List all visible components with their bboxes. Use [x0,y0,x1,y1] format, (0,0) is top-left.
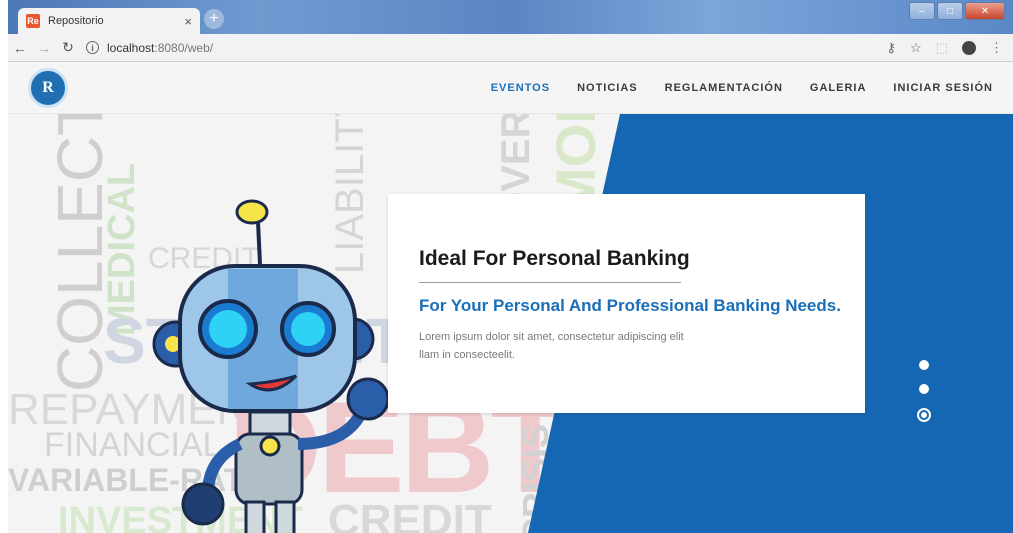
new-tab-button[interactable]: + [204,9,224,29]
hero-subtitle: For Your Personal And Professional Banki… [419,296,841,315]
star-icon[interactable]: ☆ [910,40,922,56]
robot-illustration [152,199,390,533]
nav-galeria[interactable]: GALERIA [810,82,867,94]
close-window-button[interactable]: ✕ [965,2,1005,20]
nav-iniciar-sesion[interactable]: INICIAR SESIÓN [893,82,993,94]
slider-pagination [917,360,931,422]
url-path: :8080/web/ [154,40,214,55]
nav-eventos[interactable]: EVENTOS [491,82,550,94]
url-host: localhost [107,40,155,55]
url-input[interactable]: i localhost:8080/web/ [86,37,887,59]
profile-icon[interactable] [962,40,976,55]
address-bar: ← → ↻ i localhost:8080/web/ ⚷ ☆ ⬚ ⋮ [8,34,1013,62]
info-icon[interactable]: i [86,41,99,54]
hero-slider: COLLECTION MEDICAL CREDIT STUDENT REPAYM… [8,62,1013,533]
title-divider [419,282,681,283]
forward-icon[interactable]: → [32,40,56,56]
hero-title: Ideal For Personal Banking [419,247,690,270]
hero-body: Lorem ipsum dolor sit amet, consectetur … [419,328,729,364]
slide-dot-1[interactable] [919,360,929,370]
back-icon[interactable]: ← [8,40,32,56]
browser-window: Re Repositorio × + – □ ✕ ← → ↻ i localho… [0,0,1013,533]
toolbar-icons: ⚷ ☆ ⬚ ⋮ [887,40,1003,56]
menu-icon[interactable]: ⋮ [990,40,1003,56]
nav-noticias[interactable]: NOTICIAS [577,82,638,94]
nav-reglamentacion[interactable]: REGLAMENTACIÓN [665,82,783,94]
web-page: R EVENTOS NOTICIAS REGLAMENTACIÓN GALERI… [8,62,1013,533]
hero-body-line-1: Lorem ipsum dolor sit amet, consectetur … [419,331,684,343]
reload-icon[interactable]: ↻ [56,39,80,56]
logo[interactable]: R [28,68,68,108]
minimize-button[interactable]: – [909,2,935,20]
maximize-button[interactable]: □ [937,2,963,20]
hero-card: Ideal For Personal Banking For Your Pers… [388,194,865,413]
main-nav: EVENTOS NOTICIAS REGLAMENTACIÓN GALERIA … [491,62,993,114]
favicon-icon: Re [26,14,40,28]
window-controls: – □ ✕ [909,2,1005,20]
hero-body-line-2: llam in consecteelit. [419,349,515,361]
key-icon[interactable]: ⚷ [887,40,897,56]
browser-tab[interactable]: Re Repositorio × [18,8,200,34]
tab-title: Repositorio [48,15,104,27]
slide-dot-2[interactable] [919,384,929,394]
extension-icon[interactable]: ⬚ [936,40,948,56]
site-header: R EVENTOS NOTICIAS REGLAMENTACIÓN GALERI… [8,62,1013,114]
title-bar: Re Repositorio × + – □ ✕ [8,0,1013,34]
slide-dot-3[interactable] [917,408,931,422]
close-tab-icon[interactable]: × [184,14,192,29]
